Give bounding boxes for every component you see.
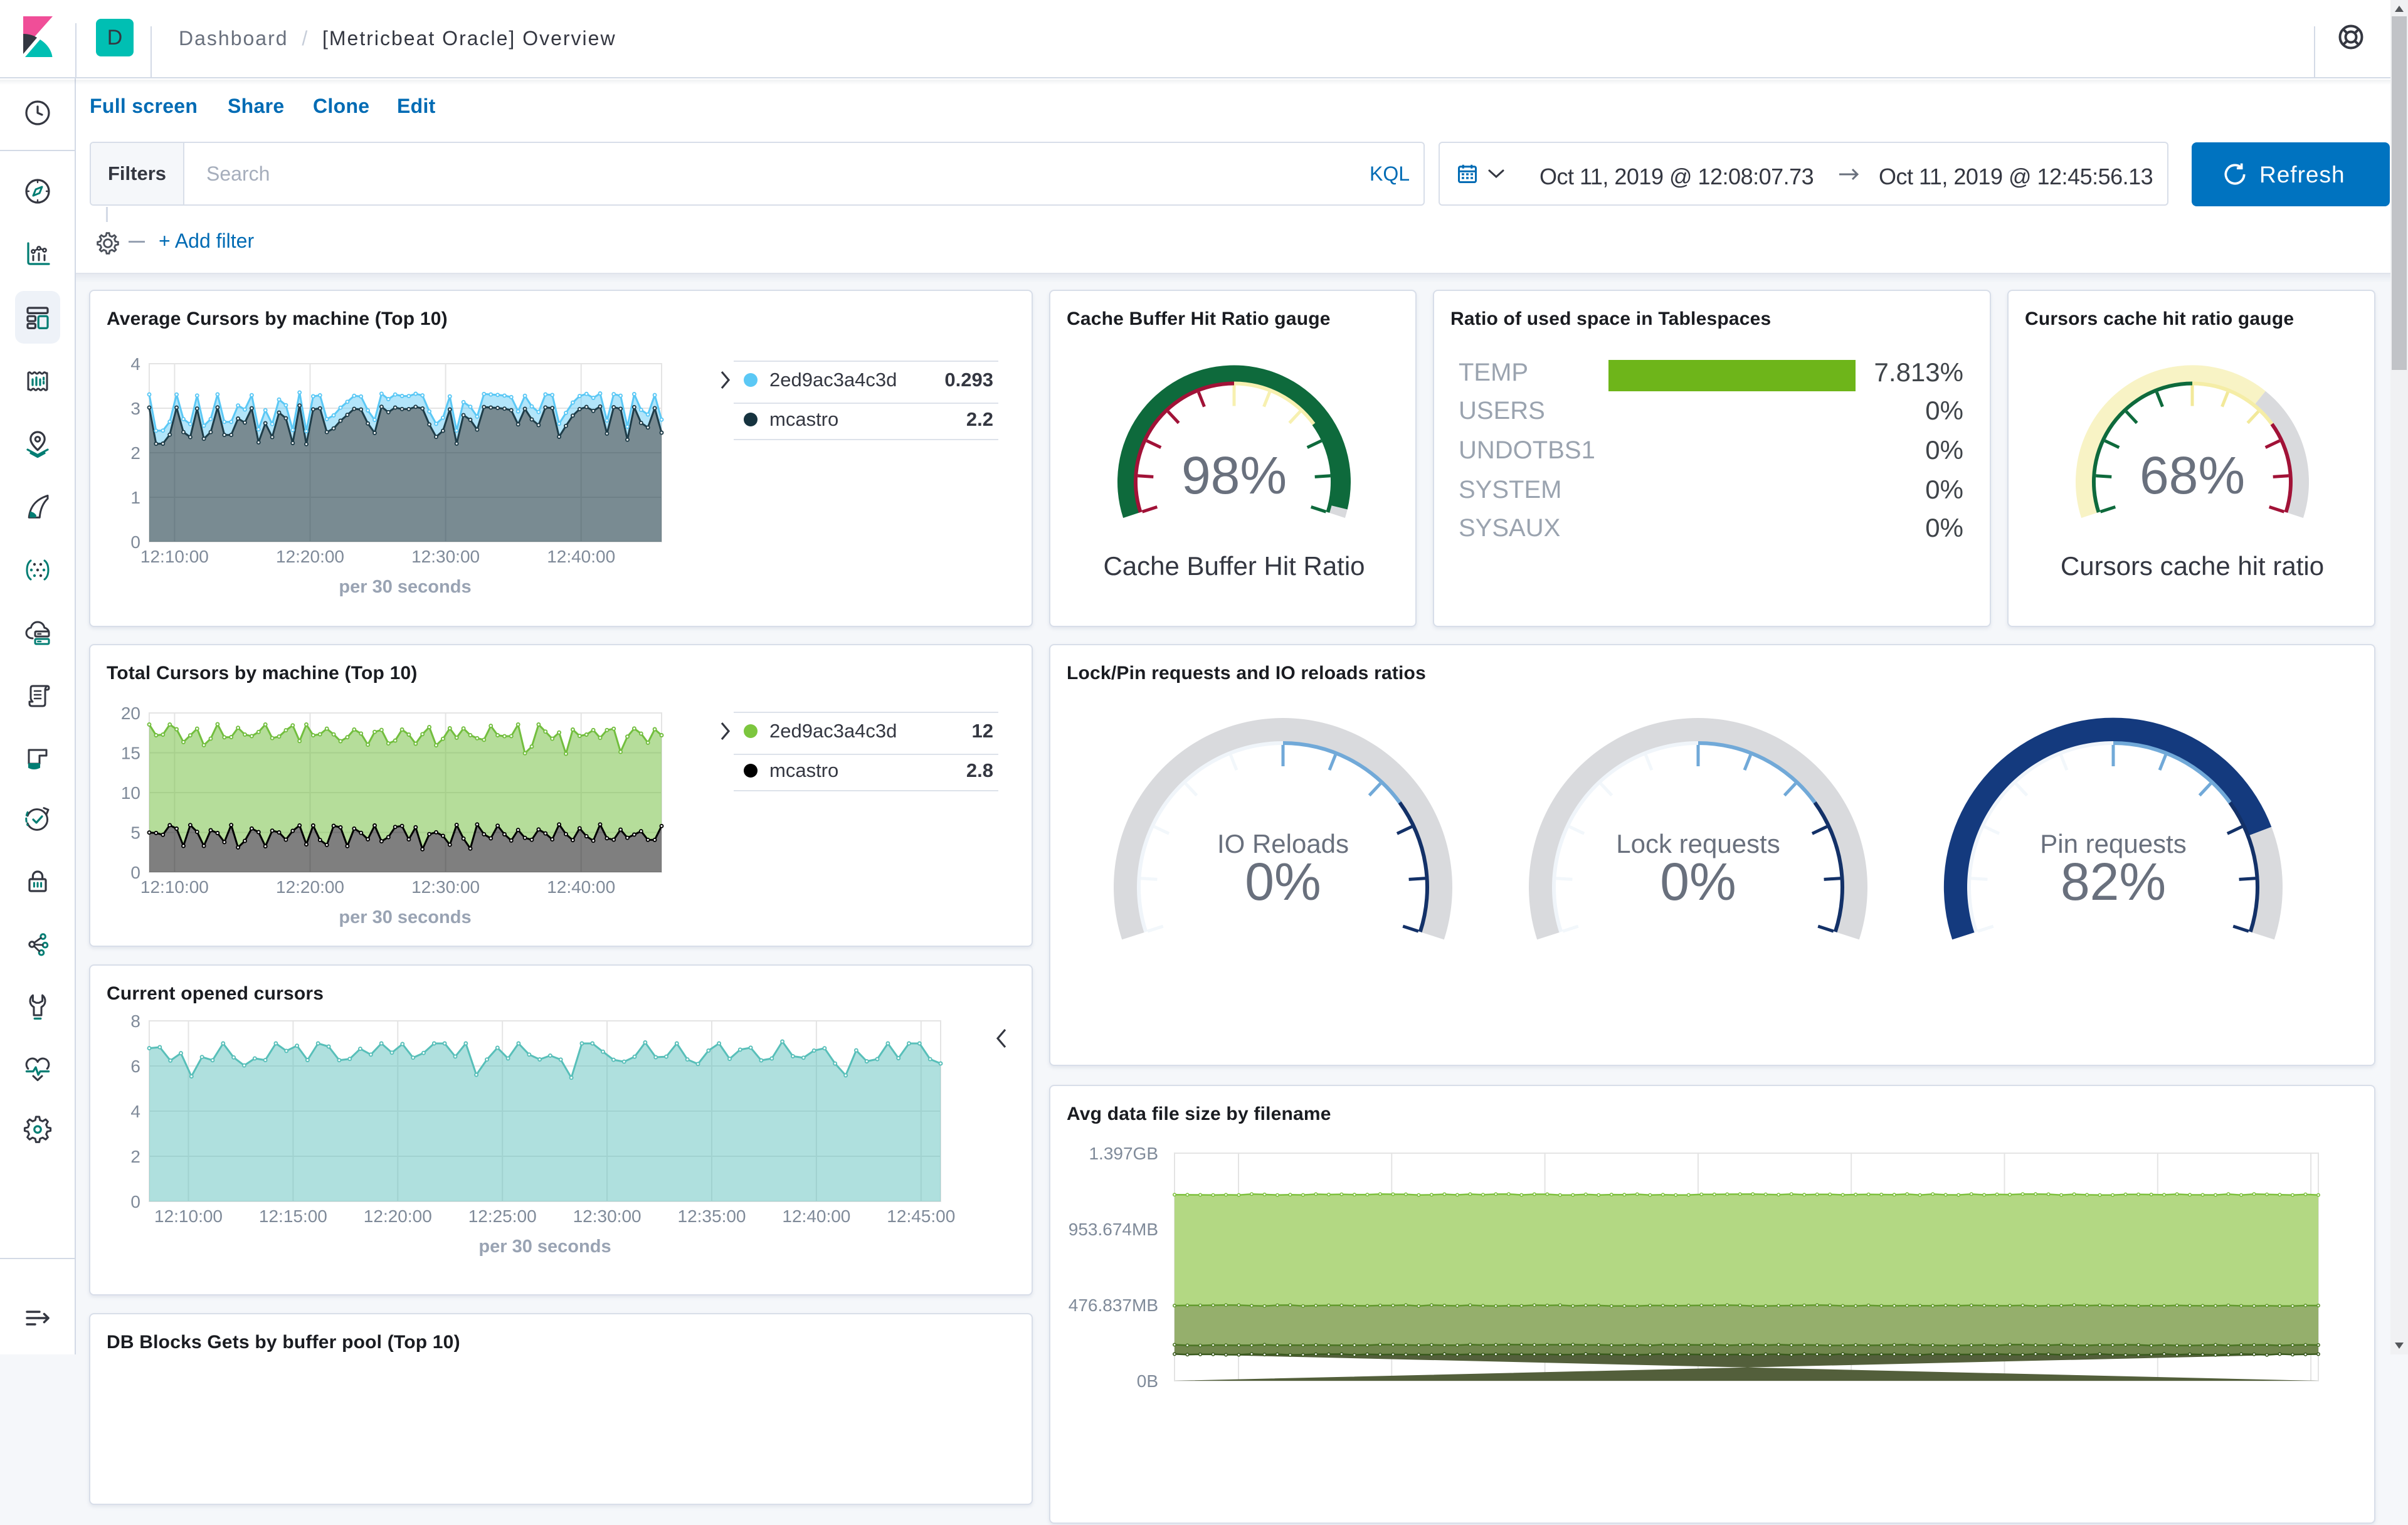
- svg-text:12:35:00: 12:35:00: [678, 1206, 746, 1226]
- svg-text:12:25:00: 12:25:00: [468, 1206, 537, 1226]
- svg-text:15: 15: [121, 744, 140, 763]
- svg-text:per 30 seconds: per 30 seconds: [478, 1237, 611, 1257]
- svg-text:SYSTEM: SYSTEM: [1459, 476, 1561, 504]
- svg-text:4: 4: [130, 1102, 140, 1121]
- svg-text:USERS: USERS: [1459, 397, 1545, 425]
- svg-text:10: 10: [121, 783, 140, 803]
- svg-text:8: 8: [130, 1011, 140, 1031]
- svg-text:Cache Buffer Hit Ratio: Cache Buffer Hit Ratio: [1103, 551, 1365, 581]
- svg-text:0%: 0%: [1925, 513, 1963, 542]
- svg-text:12:30:00: 12:30:00: [573, 1206, 642, 1226]
- svg-text:0B: 0B: [1137, 1371, 1158, 1391]
- svg-text:12:20:00: 12:20:00: [276, 877, 344, 897]
- svg-text:12:30:00: 12:30:00: [411, 547, 480, 566]
- svg-text:12:40:00: 12:40:00: [547, 877, 615, 897]
- svg-text:12:30:00: 12:30:00: [411, 877, 480, 897]
- svg-text:0: 0: [130, 863, 140, 882]
- svg-text:12:40:00: 12:40:00: [547, 547, 615, 566]
- svg-text:98%: 98%: [1181, 446, 1287, 505]
- svg-text:476.837MB: 476.837MB: [1069, 1295, 1158, 1315]
- svg-text:per 30 seconds: per 30 seconds: [339, 907, 471, 927]
- svg-text:1.397GB: 1.397GB: [1089, 1144, 1158, 1163]
- svg-text:953.674MB: 953.674MB: [1069, 1220, 1158, 1239]
- svg-text:12:15:00: 12:15:00: [259, 1206, 327, 1226]
- svg-text:12:45:00: 12:45:00: [887, 1206, 955, 1226]
- svg-text:12:40:00: 12:40:00: [782, 1206, 850, 1226]
- svg-text:SYSAUX: SYSAUX: [1459, 514, 1560, 542]
- svg-text:Cursors cache hit ratio: Cursors cache hit ratio: [2061, 551, 2324, 581]
- svg-text:20: 20: [121, 704, 140, 723]
- svg-text:12:10:00: 12:10:00: [140, 877, 209, 897]
- svg-text:12:20:00: 12:20:00: [364, 1206, 432, 1226]
- svg-text:12:10:00: 12:10:00: [154, 1206, 223, 1226]
- svg-text:2: 2: [130, 1147, 140, 1166]
- svg-text:6: 6: [130, 1057, 140, 1076]
- svg-text:82%: 82%: [2061, 852, 2166, 911]
- svg-text:4: 4: [130, 354, 140, 374]
- svg-text:0: 0: [130, 1192, 140, 1211]
- svg-text:0%: 0%: [1660, 852, 1736, 911]
- svg-text:3: 3: [130, 399, 140, 418]
- svg-text:0%: 0%: [1925, 475, 1963, 504]
- svg-text:TEMP: TEMP: [1459, 359, 1528, 386]
- svg-text:1: 1: [130, 488, 140, 507]
- svg-text:0%: 0%: [1925, 435, 1963, 465]
- svg-text:UNDOTBS1: UNDOTBS1: [1459, 436, 1595, 464]
- svg-text:0: 0: [130, 532, 140, 552]
- svg-text:68%: 68%: [2140, 446, 2245, 505]
- svg-text:12:10:00: 12:10:00: [140, 547, 209, 566]
- svg-text:0%: 0%: [1245, 852, 1321, 911]
- svg-text:2: 2: [130, 443, 140, 463]
- svg-text:0%: 0%: [1925, 396, 1963, 425]
- svg-text:per 30 seconds: per 30 seconds: [339, 577, 471, 597]
- svg-text:12:20:00: 12:20:00: [276, 547, 344, 566]
- svg-text:5: 5: [130, 823, 140, 843]
- svg-text:7.813%: 7.813%: [1874, 357, 1963, 387]
